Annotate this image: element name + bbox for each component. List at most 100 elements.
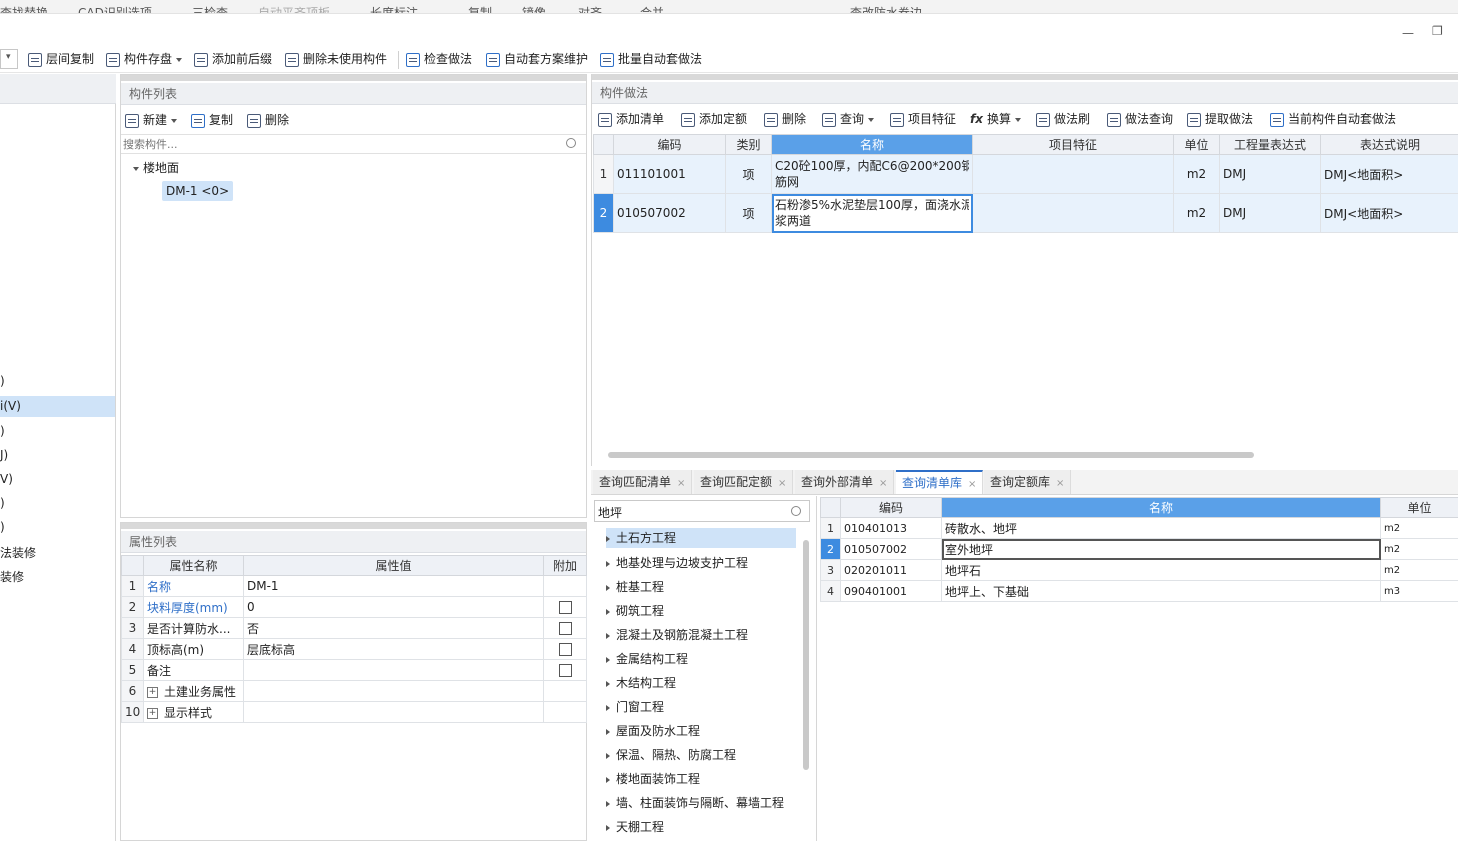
delete-unused-button[interactable]: 删除未使用构件 — [285, 47, 387, 71]
copy-button[interactable]: 复制 — [191, 107, 233, 133]
result-unit[interactable]: m2 — [1380, 559, 1458, 581]
category-item[interactable]: 砌筑工程 — [606, 600, 664, 622]
property-row[interactable]: 1 名称 DM-1 — [121, 575, 587, 597]
result-name[interactable]: 地坪石 — [941, 559, 1381, 581]
copy-between-floors-button[interactable]: 层间复制 — [28, 47, 94, 71]
method-code[interactable]: 010507002 — [613, 193, 726, 233]
property-value[interactable]: 0 — [243, 596, 544, 618]
delete-button[interactable]: 删除 — [247, 107, 289, 133]
method-feature[interactable] — [972, 193, 1174, 233]
method-expr[interactable]: DMJ — [1219, 193, 1321, 233]
left-nav-item[interactable]: ) — [0, 520, 5, 534]
expand-arrow-icon[interactable] — [606, 800, 610, 807]
left-nav-item[interactable]: ) — [0, 424, 5, 438]
save-component-button[interactable]: 构件存盘 — [106, 47, 183, 71]
tab-external-list[interactable]: 查询外部清单 × — [795, 470, 895, 494]
left-nav-item[interactable]: 法装修 — [0, 544, 36, 561]
result-code[interactable]: 020201011 — [840, 559, 942, 581]
result-code[interactable]: 010401013 — [840, 517, 942, 539]
property-value[interactable]: 层底标高 — [243, 638, 544, 660]
property-row[interactable]: 6 + 土建业务属性 — [121, 680, 587, 702]
category-item[interactable]: 地基处理与边坡支护工程 — [606, 552, 748, 574]
search-icon[interactable] — [566, 138, 576, 148]
method-feature[interactable] — [972, 154, 1174, 194]
close-icon[interactable]: × — [677, 478, 685, 489]
extract-method-button[interactable]: 提取做法 — [1187, 106, 1253, 132]
result-name[interactable]: 室外地坪 — [941, 538, 1381, 560]
property-row[interactable]: 10 + 显示样式 — [121, 701, 587, 723]
left-nav-item[interactable]: ) — [0, 374, 5, 388]
property-row[interactable]: 5 备注 — [121, 659, 587, 681]
result-unit[interactable]: m2 — [1380, 538, 1458, 560]
result-row[interactable]: 3 020201011 地坪石 m2 — [820, 559, 1458, 581]
result-unit[interactable]: m2 — [1380, 517, 1458, 539]
left-nav-item[interactable]: ) — [0, 496, 5, 510]
expand-arrow-icon[interactable] — [606, 752, 610, 759]
add-quota-button[interactable]: 添加定额 — [681, 106, 747, 132]
component-search[interactable] — [121, 134, 586, 154]
new-button[interactable]: 新建 — [125, 107, 178, 133]
extra-checkbox[interactable] — [558, 643, 572, 656]
expand-arrow-icon[interactable] — [606, 704, 610, 711]
category-item[interactable]: 楼地面装饰工程 — [606, 768, 700, 790]
method-type[interactable]: 项 — [725, 193, 772, 233]
batch-auto-method-button[interactable]: 批量自动套做法 — [600, 47, 702, 71]
close-icon[interactable]: × — [968, 479, 976, 490]
query-button[interactable]: 查询 — [822, 106, 875, 132]
left-nav-item-selected[interactable]: i(V) — [0, 396, 115, 417]
left-nav-item[interactable]: J) — [0, 448, 8, 462]
expand-arrow-icon[interactable] — [606, 535, 610, 542]
add-list-button[interactable]: 添加清单 — [598, 106, 664, 132]
ribbon-item-check[interactable]: 三检查 — [192, 4, 228, 13]
expand-arrow-icon[interactable] — [606, 632, 610, 639]
expand-arrow-icon[interactable] — [606, 824, 610, 831]
result-unit[interactable]: m3 — [1380, 580, 1458, 602]
method-code[interactable]: 011101001 — [613, 154, 726, 194]
check-method-button[interactable]: 检查做法 — [406, 47, 472, 71]
close-icon[interactable]: × — [778, 478, 786, 489]
item-feature-button[interactable]: 项目特征 — [890, 106, 956, 132]
property-value[interactable]: 否 — [243, 617, 544, 639]
expand-arrow-icon[interactable] — [606, 680, 610, 687]
category-item[interactable]: 金属结构工程 — [606, 648, 688, 670]
floor-dropdown[interactable]: ▾ — [0, 49, 18, 69]
expand-arrow-icon[interactable] — [606, 776, 610, 783]
property-row[interactable]: 3 是否计算防水... 否 — [121, 617, 587, 639]
expand-arrow-icon[interactable] — [606, 560, 610, 567]
result-row[interactable]: 1 010401013 砖散水、地坪 m2 — [820, 517, 1458, 539]
convert-button[interactable]: fx 换算 — [970, 106, 1021, 132]
result-code[interactable]: 090401001 — [840, 580, 942, 602]
property-value[interactable] — [243, 680, 544, 702]
left-nav-item[interactable]: V) — [0, 472, 13, 486]
category-item[interactable]: 保温、隔热、防腐工程 — [606, 744, 736, 766]
ribbon-item-merge[interactable]: 合并 — [640, 4, 664, 13]
ribbon-item-align[interactable]: 对齐 — [578, 4, 602, 13]
property-value[interactable] — [243, 701, 544, 723]
result-name[interactable]: 地坪上、下基础 — [941, 580, 1381, 602]
tab-quota-library[interactable]: 查询定额库 × — [984, 470, 1072, 494]
extra-checkbox[interactable] — [558, 622, 572, 635]
property-row[interactable]: 2 块料厚度(mm) 0 — [121, 596, 587, 618]
add-prefix-suffix-button[interactable]: 添加前后缀 — [194, 47, 272, 71]
search-icon[interactable] — [791, 506, 801, 516]
method-name[interactable]: C20砼100厚，内配C6@200*200钢 筋网 — [771, 154, 973, 194]
category-item[interactable]: 门窗工程 — [606, 696, 664, 718]
result-code[interactable]: 010507002 — [840, 538, 942, 560]
expand-plus-icon[interactable]: + — [147, 707, 158, 719]
property-value[interactable] — [243, 659, 544, 681]
delete-method-button[interactable]: 删除 — [764, 106, 806, 132]
method-unit[interactable]: m2 — [1173, 154, 1220, 194]
category-item[interactable]: 混凝土及钢筋混凝土工程 — [606, 624, 748, 646]
ribbon-item-auto-align[interactable]: 自动平齐顶板 — [258, 4, 330, 13]
ribbon-item-mirror[interactable]: 镜像 — [522, 4, 546, 13]
auto-apply-current-button[interactable]: 当前构件自动套做法 — [1270, 106, 1396, 132]
method-query-button[interactable]: 做法查询 — [1107, 106, 1173, 132]
close-icon[interactable]: × — [879, 478, 887, 489]
category-item[interactable]: 天棚工程 — [606, 816, 664, 838]
method-unit[interactable]: m2 — [1173, 193, 1220, 233]
method-row[interactable]: 1 011101001 项 C20砼100厚，内配C6@200*200钢 筋网 m2 DMJ… — [593, 154, 1458, 194]
restore-button[interactable]: ❐ — [1432, 24, 1443, 38]
method-expr[interactable]: DMJ — [1219, 154, 1321, 194]
tab-match-quota[interactable]: 查询匹配定额 × — [694, 470, 794, 494]
expand-plus-icon[interactable]: + — [147, 686, 158, 698]
